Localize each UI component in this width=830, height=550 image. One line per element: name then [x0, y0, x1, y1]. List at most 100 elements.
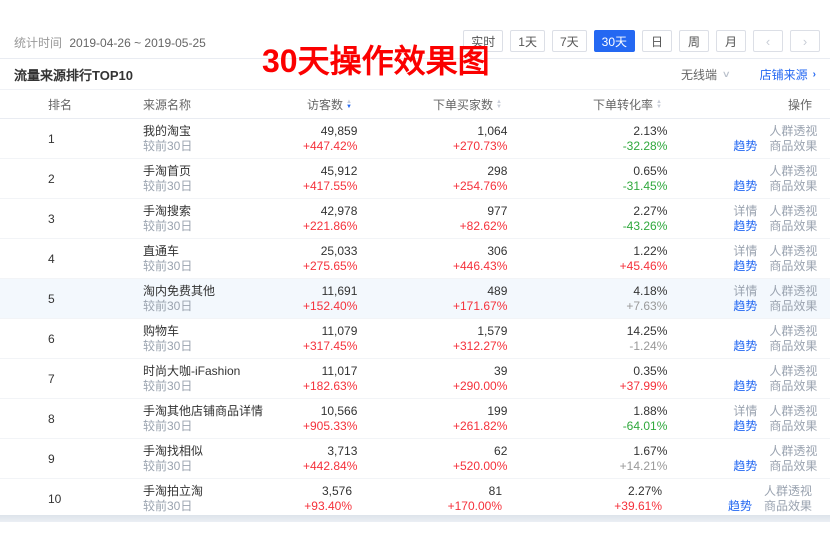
product-effect-link[interactable]: 商品效果 — [769, 219, 817, 234]
terminal-filter-dropdown[interactable]: 无线端 ∨ — [681, 66, 731, 83]
visitors-cell: 45,912 +417.55% — [303, 164, 357, 193]
next-page-button[interactable]: › — [790, 30, 820, 52]
visitors-value: 45,912 — [320, 164, 358, 178]
trend-link[interactable]: 趋势 — [733, 139, 757, 154]
conversion-cell: 0.65% -31.45% — [507, 164, 668, 193]
product-effect-link[interactable]: 商品效果 — [764, 499, 812, 514]
conversion-cell: 2.27% +39.61% — [502, 484, 662, 513]
visitors-change: +905.33% — [303, 419, 358, 433]
crowd-insight-link[interactable]: 人群透视 — [769, 244, 817, 259]
detail-link[interactable]: 详情 — [733, 204, 757, 219]
operations-cell: 详情 人群透视 趋势 商品效果 — [667, 324, 817, 354]
buyers-change: +171.67% — [453, 299, 508, 313]
operations-cell: 详情 人群透视 趋势 商品效果 — [662, 484, 812, 514]
product-effect-link[interactable]: 商品效果 — [769, 259, 817, 274]
conversion-cell: 0.35% +37.99% — [507, 364, 668, 393]
detail-link[interactable]: 详情 — [733, 284, 757, 299]
conversion-cell: 2.13% -32.28% — [507, 124, 668, 153]
product-effect-link[interactable]: 商品效果 — [769, 419, 817, 434]
trend-link[interactable]: 趋势 — [733, 379, 757, 394]
buyers-change: +170.00% — [447, 499, 502, 513]
buyers-cell: 306 +446.43% — [357, 244, 507, 273]
product-effect-link[interactable]: 商品效果 — [769, 179, 817, 194]
period-button-1[interactable]: 实时 — [463, 30, 504, 52]
rank-cell: 6 — [48, 331, 55, 346]
buyers-cell: 199 +261.82% — [357, 404, 507, 433]
source-name: 淘内免费其他 — [143, 284, 216, 298]
conversion-value: 4.18% — [633, 284, 668, 298]
crowd-insight-link[interactable]: 人群透视 — [769, 404, 817, 419]
product-effect-link[interactable]: 商品效果 — [769, 299, 817, 314]
source-name: 手淘首页 — [143, 164, 192, 178]
trend-link[interactable]: 趋势 — [733, 459, 757, 474]
visitors-value: 10,566 — [320, 404, 358, 418]
conversion-cell: 1.67% +14.21% — [507, 444, 668, 473]
trend-link[interactable]: 趋势 — [733, 339, 757, 354]
product-effect-link[interactable]: 商品效果 — [769, 379, 817, 394]
page-title: 流量来源排行TOP10 — [14, 67, 133, 83]
period-button-6[interactable]: 周 — [679, 30, 709, 52]
source-name-cell: 手淘搜索 较前30日 — [143, 204, 303, 233]
detail-link[interactable]: 详情 — [733, 404, 757, 419]
table-row: 10 手淘拍立淘 较前30日 3,576 +93.40% 81 +170.00%… — [0, 479, 830, 519]
period-toolbar: 实时 1天 7天 30天日周月 ‹ › — [463, 30, 820, 52]
crowd-insight-link[interactable]: 人群透视 — [769, 284, 817, 299]
period-button-3[interactable]: 7天 — [551, 30, 587, 52]
conversion-value: 14.25% — [626, 324, 668, 338]
buyers-change: +290.00% — [453, 379, 508, 393]
buyers-change: +446.43% — [453, 259, 508, 273]
rank-cell: 9 — [48, 451, 55, 466]
crowd-insight-link[interactable]: 人群透视 — [769, 204, 817, 219]
operations-cell: 详情 人群透视 趋势 商品效果 — [667, 404, 817, 434]
visitors-value: 3,576 — [321, 484, 352, 498]
visitors-cell: 11,079 +317.45% — [303, 324, 357, 353]
header-conversion[interactable]: 下单转化率 ▲ ▼ — [502, 96, 662, 113]
prev-page-button[interactable]: ‹ — [753, 30, 783, 52]
shop-source-link[interactable]: 店铺来源 › — [760, 66, 816, 83]
source-name-cell: 我的淘宝 较前30日 — [143, 124, 303, 153]
buyers-value: 62 — [494, 444, 508, 458]
trend-link[interactable]: 趋势 — [733, 299, 757, 314]
crowd-insight-link[interactable]: 人群透视 — [764, 484, 812, 499]
crowd-insight-link[interactable]: 人群透视 — [769, 164, 817, 179]
detail-link[interactable]: 详情 — [733, 244, 757, 259]
product-effect-link[interactable]: 商品效果 — [769, 139, 817, 154]
header-buyers[interactable]: 下单买家数 ▲ ▼ — [352, 96, 502, 113]
period-button-2[interactable]: 1天 — [510, 30, 545, 52]
operations-cell: 详情 人群透视 趋势 商品效果 — [667, 444, 817, 474]
crowd-insight-link[interactable]: 人群透视 — [769, 364, 817, 379]
operations-cell: 详情 人群透视 趋势 商品效果 — [667, 244, 817, 274]
header-visitors[interactable]: 访客数 ▲ ▼ — [303, 96, 352, 113]
horizontal-scrollbar[interactable] — [0, 515, 830, 522]
crowd-insight-link[interactable]: 人群透视 — [769, 124, 817, 139]
trend-link[interactable]: 趋势 — [728, 499, 752, 514]
chevron-down-icon: ∨ — [721, 68, 731, 79]
trend-link[interactable]: 趋势 — [733, 219, 757, 234]
period-button-5[interactable]: 日 — [642, 30, 672, 52]
source-name-cell: 手淘找相似 较前30日 — [143, 444, 303, 473]
rank-cell: 8 — [48, 411, 55, 426]
compare-period-label: 较前30日 — [143, 219, 193, 233]
trend-link[interactable]: 趋势 — [733, 259, 757, 274]
period-button-4[interactable]: 30天 — [593, 30, 635, 52]
chevron-right-icon: › — [812, 68, 816, 80]
crowd-insight-link[interactable]: 人群透视 — [769, 324, 817, 339]
operations-cell: 详情 人群透视 趋势 商品效果 — [667, 364, 817, 394]
product-effect-link[interactable]: 商品效果 — [769, 459, 817, 474]
source-name-cell: 购物车 较前30日 — [143, 324, 303, 353]
buyers-value: 1,064 — [477, 124, 508, 138]
period-button-7[interactable]: 月 — [716, 30, 746, 52]
visitors-value: 49,859 — [320, 124, 358, 138]
trend-link[interactable]: 趋势 — [733, 419, 757, 434]
crowd-insight-link[interactable]: 人群透视 — [769, 444, 817, 459]
visitors-value: 11,691 — [321, 284, 358, 298]
buyers-cell: 39 +290.00% — [357, 364, 507, 393]
trend-link[interactable]: 趋势 — [733, 179, 757, 194]
conversion-value: 1.22% — [633, 244, 668, 258]
compare-period-label: 较前30日 — [143, 499, 193, 513]
conversion-change: +14.21% — [619, 459, 668, 473]
period-selector: 实时 1天 7天 30天日周月 — [463, 30, 746, 52]
product-effect-link[interactable]: 商品效果 — [769, 339, 817, 354]
compare-period-label: 较前30日 — [143, 179, 193, 193]
buyers-cell: 977 +82.62% — [357, 204, 508, 233]
